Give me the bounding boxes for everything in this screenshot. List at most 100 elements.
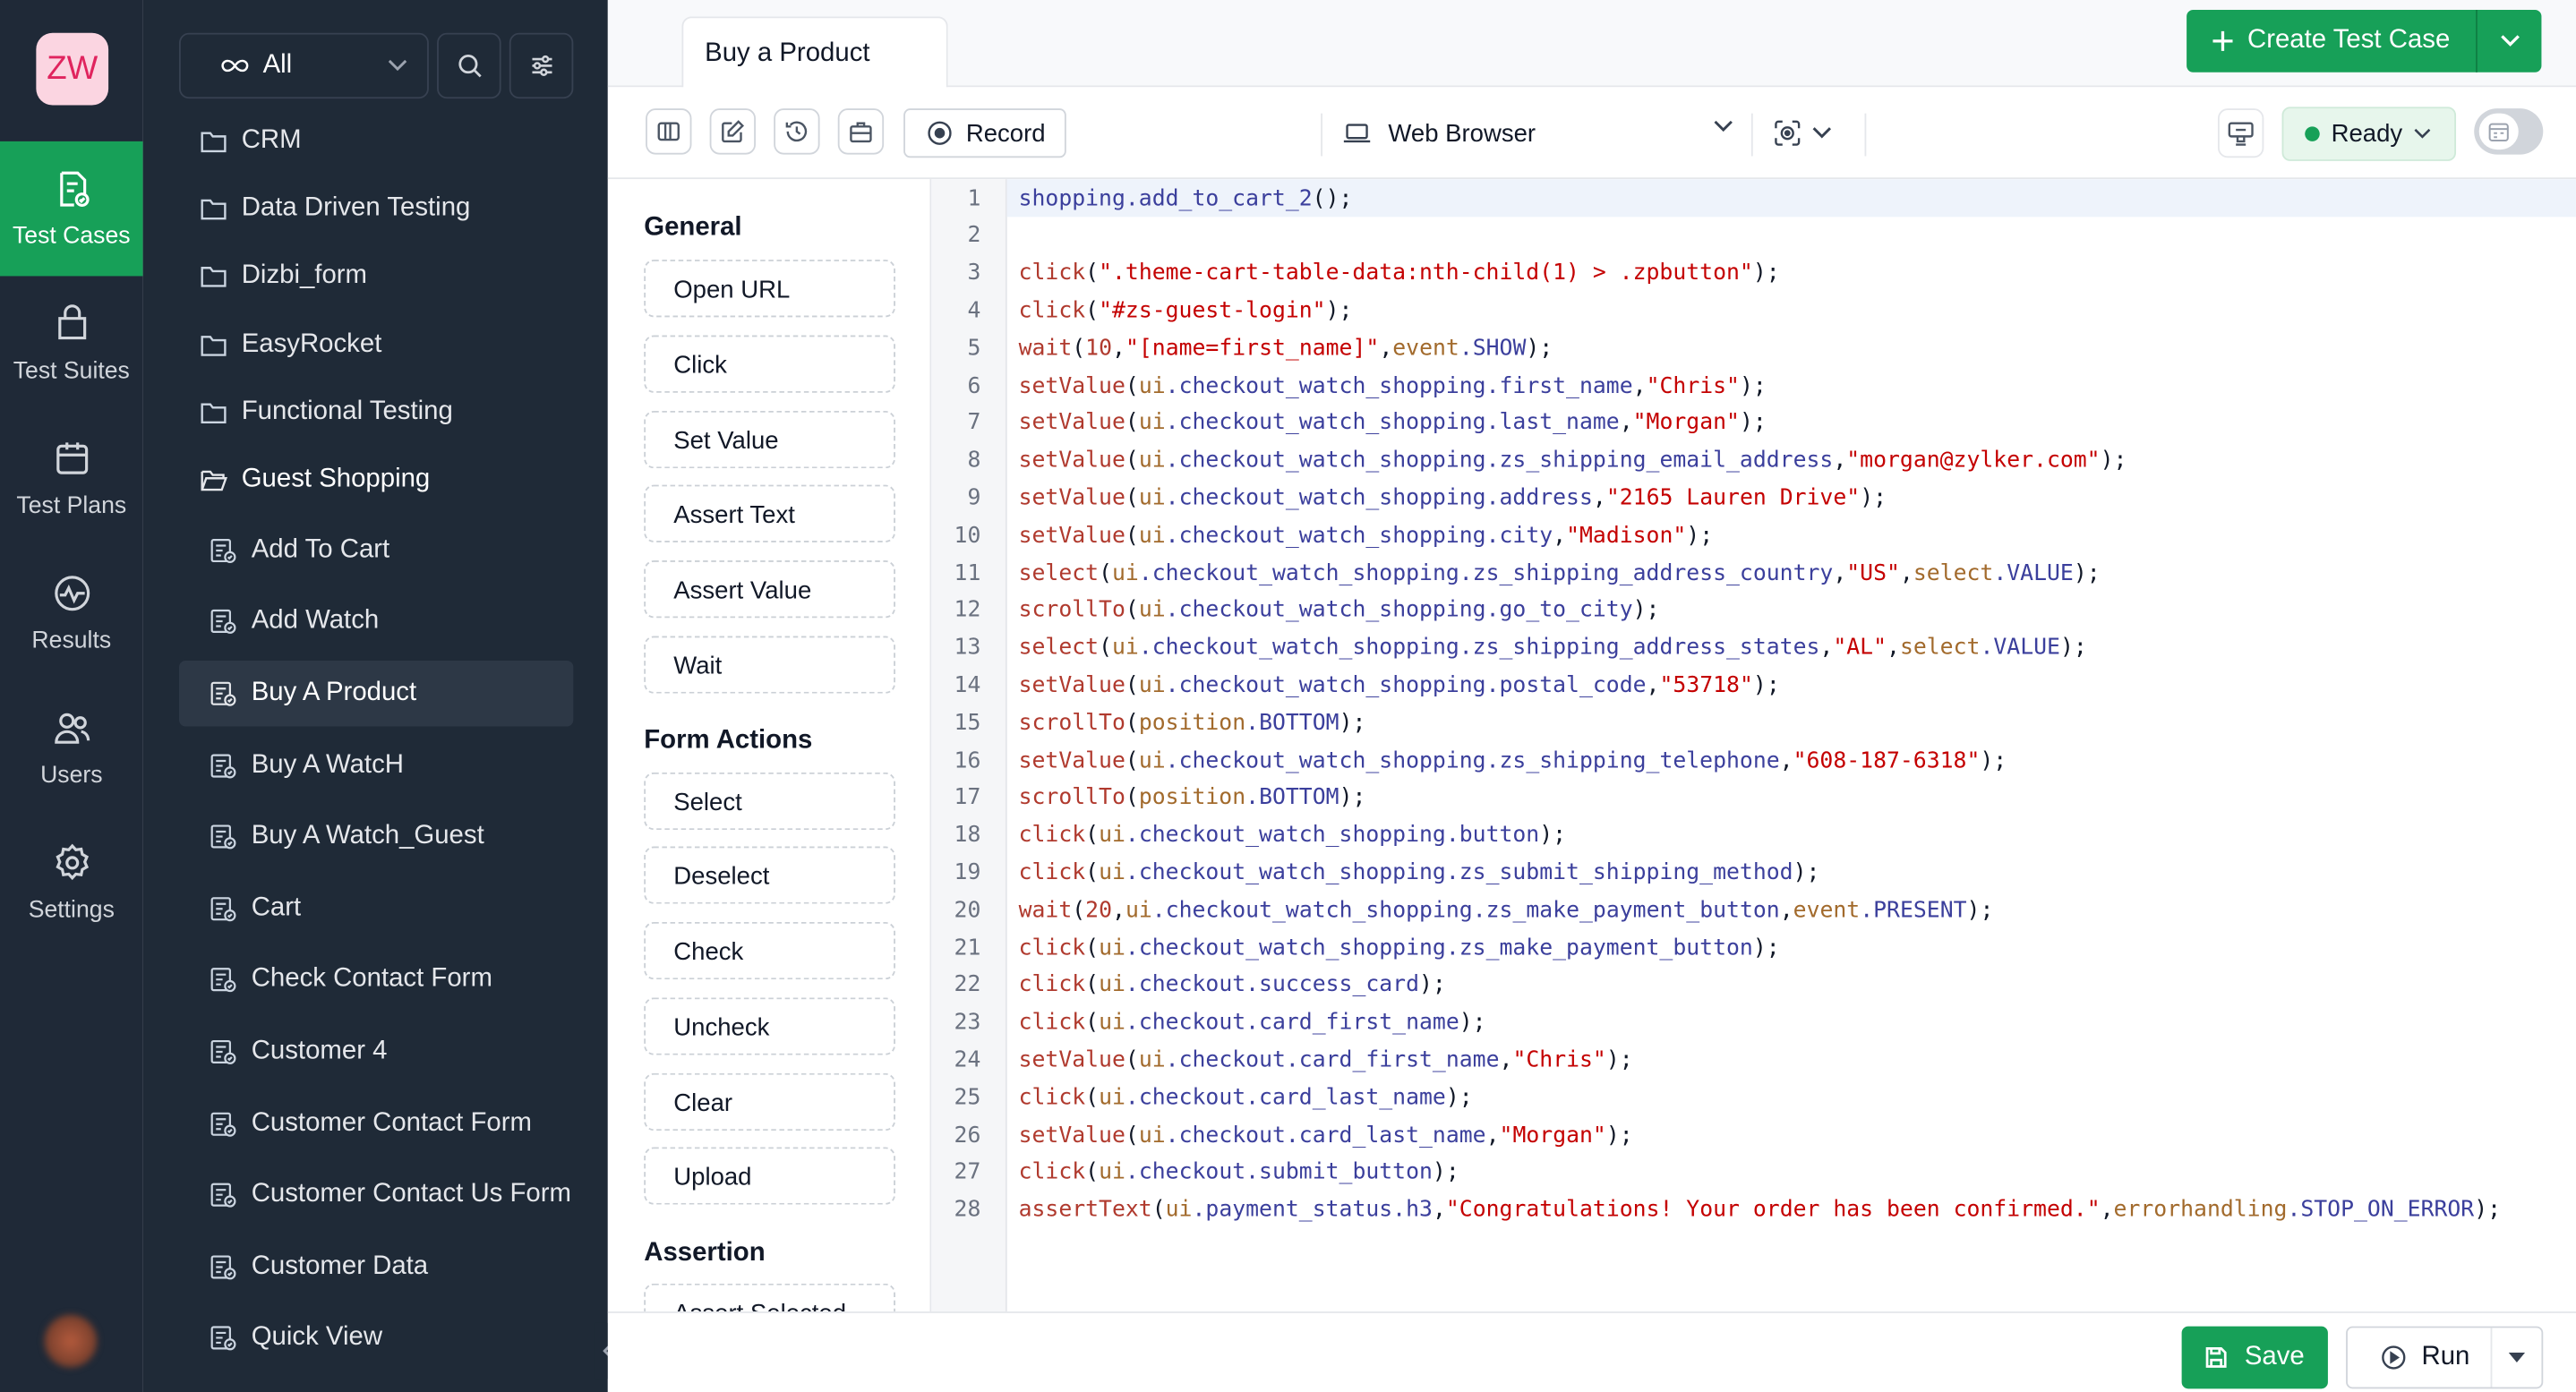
nav-results[interactable]: Results — [0, 546, 143, 681]
nav-users[interactable]: Users — [0, 680, 143, 816]
code-line[interactable]: click("#zs-guest-login"); — [1019, 293, 1353, 330]
test-case-item[interactable]: Customer Contact Us Form — [179, 1162, 573, 1227]
test-case-item[interactable]: Add To Cart — [179, 517, 573, 583]
code-line[interactable]: click(ui.checkout_watch_shopping.button)… — [1019, 817, 1567, 855]
user-avatar[interactable] — [44, 1314, 98, 1368]
action-uncheck[interactable]: Uncheck — [644, 997, 895, 1055]
nav-test-cases[interactable]: Test Cases — [0, 141, 143, 277]
save-button[interactable]: Save — [2181, 1326, 2328, 1389]
folder-item-open[interactable]: Guest Shopping — [179, 447, 573, 512]
code-token: ui — [1138, 409, 1166, 437]
code-line[interactable]: click(ui.checkout_watch_shopping.zs_subm… — [1019, 854, 1820, 892]
code-editor[interactable]: 1 shopping.add_to_cart_2(); 2 3 click(".them… — [931, 179, 2576, 1312]
folder-item[interactable]: Dizbi_form — [179, 243, 573, 309]
code-line[interactable]: scrollTo(position.BOTTOM); — [1019, 705, 1366, 742]
create-test-case-button[interactable]: Create Test Case — [2187, 10, 2542, 73]
test-case-item[interactable]: Quick View — [179, 1305, 573, 1371]
code-token: "Morgan" — [1499, 1122, 1606, 1149]
code-line[interactable]: click(ui.checkout.card_last_name); — [1019, 1080, 1473, 1117]
edit-button[interactable] — [709, 108, 757, 155]
status-dropdown[interactable]: Ready — [2281, 107, 2457, 161]
search-button[interactable] — [437, 32, 501, 99]
code-line[interactable]: shopping.add_to_cart_2(); — [1019, 180, 1353, 218]
folder-item[interactable]: EasyRocket — [179, 312, 573, 378]
create-test-case-dropdown[interactable] — [2478, 10, 2542, 73]
toggle-panel-button[interactable] — [646, 108, 692, 155]
action-upload[interactable]: Upload — [644, 1147, 895, 1205]
code-line[interactable]: scrollTo(ui.checkout_watch_shopping.go_t… — [1019, 592, 1660, 629]
test-case-item[interactable]: Buy A Watch_Guest — [179, 804, 573, 869]
code-token: .checkout_watch_shopping.zs_make_payment… — [1125, 934, 1753, 961]
ai-assist-dropdown[interactable] — [1773, 108, 1848, 158]
code-token: ); — [2073, 559, 2101, 586]
action-open-url[interactable]: Open URL — [644, 260, 895, 318]
filter-settings-button[interactable] — [509, 32, 574, 99]
code-line[interactable]: wait(10,"[name=first_name]",event.SHOW); — [1019, 329, 1553, 367]
code-line[interactable]: setValue(ui.checkout_watch_shopping.firs… — [1019, 367, 1767, 405]
code-token: , — [1619, 409, 1633, 437]
code-token: shopping.add_to_cart_2 — [1018, 184, 1313, 211]
code-line[interactable]: setValue(ui.checkout_watch_shopping.post… — [1019, 667, 1780, 705]
action-clear[interactable]: Clear — [644, 1072, 895, 1132]
code-line[interactable]: setValue(ui.checkout.card_last_name,"Mor… — [1019, 1116, 1633, 1154]
tab-buy-a-product[interactable]: Buy a Product — [681, 16, 948, 90]
code-token: ui — [1112, 634, 1139, 662]
code-line[interactable]: click(ui.checkout.card_first_name); — [1019, 1004, 1486, 1042]
workspace-logo[interactable]: ZW — [36, 32, 109, 106]
code-line[interactable]: click(ui.checkout_watch_shopping.zs_make… — [1019, 929, 1780, 967]
code-line[interactable]: click(ui.checkout.submit_button); — [1019, 1154, 1459, 1191]
nav-test-suites[interactable]: Test Suites — [0, 276, 143, 411]
history-button[interactable] — [774, 108, 820, 155]
nav-test-plans[interactable]: Test Plans — [0, 411, 143, 546]
test-case-item[interactable]: Buy A WatcH — [179, 733, 573, 798]
run-button[interactable]: Run — [2346, 1326, 2544, 1389]
code-line[interactable]: click(".theme-cart-table-data:nth-child(… — [1019, 255, 1780, 293]
code-token: .checkout_watch_shopping.zs_shipping_ema… — [1165, 447, 1834, 474]
code-token: setValue — [1018, 522, 1125, 549]
briefcase-button[interactable] — [837, 108, 885, 155]
action-wait[interactable]: Wait — [644, 636, 895, 694]
test-case-item-selected[interactable]: Buy A Product — [178, 661, 574, 727]
action-assert-value[interactable]: Assert Value — [644, 560, 895, 619]
action-check[interactable]: Check — [644, 921, 895, 980]
action-set-value[interactable]: Set Value — [644, 410, 895, 469]
browser-select[interactable]: Web Browser — [1342, 108, 1736, 158]
test-case-item[interactable]: Check Contact Form — [179, 946, 573, 1012]
code-token: ui — [1165, 1196, 1193, 1224]
debug-button[interactable] — [2217, 108, 2264, 158]
folder-item[interactable]: CRM — [179, 108, 573, 174]
nav-settings[interactable]: Settings — [0, 816, 143, 951]
test-case-item[interactable]: Customer Contact Form — [179, 1091, 573, 1157]
action-assert-text[interactable]: Assert Text — [644, 484, 895, 542]
test-case-item[interactable]: Customer Data — [179, 1234, 573, 1300]
code-line[interactable]: setValue(ui.checkout_watch_shopping.addr… — [1019, 480, 1887, 517]
folder-item[interactable]: Data Driven Testing — [179, 175, 573, 241]
code-line[interactable]: setValue(ui.checkout_watch_shopping.zs_s… — [1019, 442, 2127, 480]
search-icon — [458, 55, 481, 78]
code-line[interactable]: setValue(ui.checkout.card_first_name,"Ch… — [1019, 1042, 1633, 1080]
code-line[interactable]: setValue(ui.checkout_watch_shopping.zs_s… — [1019, 742, 2007, 780]
test-case-item[interactable]: Customer 4 — [179, 1019, 573, 1084]
code-line[interactable]: click(ui.checkout.success_card); — [1019, 967, 1446, 1004]
folder-item[interactable]: Functional Testing — [179, 380, 573, 445]
test-case-item[interactable]: Add Watch — [179, 588, 573, 653]
code-line[interactable]: assertText(ui.payment_status.h3,"Congrat… — [1019, 1191, 2502, 1229]
action-assert-selected[interactable]: Assert Selected — [644, 1283, 895, 1312]
view-toggle[interactable] — [2474, 108, 2544, 155]
action-click[interactable]: Click — [644, 335, 895, 393]
filter-dropdown[interactable]: All — [178, 32, 429, 99]
code-line[interactable]: scrollTo(position.BOTTOM); — [1019, 780, 1366, 817]
users-icon — [54, 713, 90, 744]
action-select[interactable]: Select — [644, 772, 895, 831]
code-line[interactable]: setValue(ui.checkout_watch_shopping.last… — [1019, 405, 1767, 442]
code-line[interactable]: wait(20,ui.checkout_watch_shopping.zs_ma… — [1019, 892, 1994, 929]
code-line[interactable]: select(ui.checkout_watch_shopping.zs_shi… — [1019, 629, 2087, 667]
run-main[interactable]: Run — [2348, 1328, 2493, 1388]
create-test-case-main[interactable]: Create Test Case — [2187, 10, 2478, 73]
action-deselect[interactable]: Deselect — [644, 846, 895, 904]
run-dropdown[interactable] — [2492, 1352, 2541, 1362]
test-case-item[interactable]: Cart — [179, 876, 573, 942]
record-button[interactable]: Record — [903, 108, 1066, 158]
code-line[interactable]: setValue(ui.checkout_watch_shopping.city… — [1019, 517, 1714, 555]
code-line[interactable]: select(ui.checkout_watch_shopping.zs_shi… — [1019, 555, 2101, 593]
